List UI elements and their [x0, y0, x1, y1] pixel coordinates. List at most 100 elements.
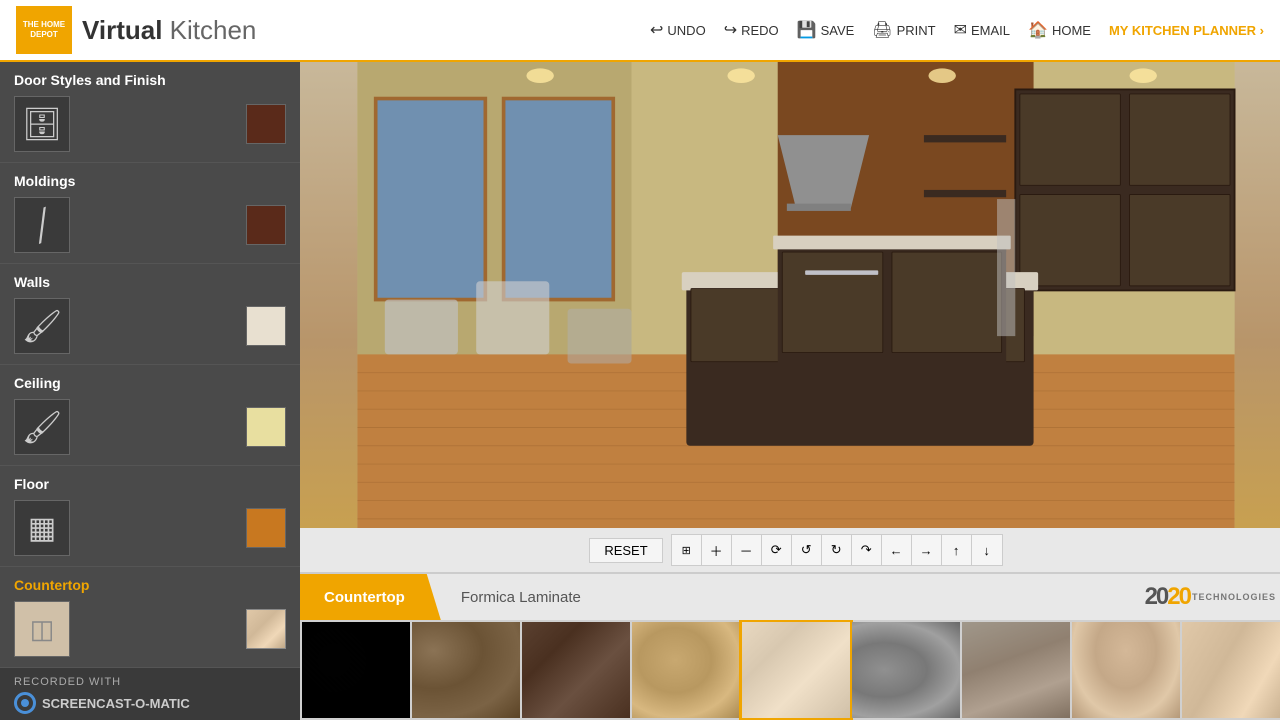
- arrow-left-icon: ←: [890, 543, 903, 558]
- home-icon: 🏠: [1028, 20, 1048, 40]
- rotate-ccw-button[interactable]: ↺: [792, 535, 822, 565]
- main-area: Door Styles and Finish 🗄 Moldings ╱ Wall…: [0, 62, 1280, 720]
- ceiling-preview[interactable]: 🖌: [14, 399, 70, 455]
- swatches-row: [300, 620, 1280, 720]
- rotate-ccw-icon: ↺: [801, 542, 812, 558]
- walls-brush-icon: 🖌: [22, 307, 63, 345]
- redo-button[interactable]: ↪REDO: [724, 20, 779, 40]
- swatch-medium-gray[interactable]: [962, 622, 1070, 718]
- material-label: Formica Laminate: [441, 589, 1145, 606]
- swatch-sandy-granite[interactable]: [632, 622, 740, 718]
- countertop-preview[interactable]: ◫: [14, 601, 70, 657]
- save-button[interactable]: 💾SAVE: [797, 20, 855, 40]
- arrow-right-icon: →: [920, 543, 933, 558]
- undo-icon: ↩: [650, 20, 663, 40]
- technologies-text: TECHNOLOGIES: [1192, 592, 1276, 602]
- arrow-up-icon: ↑: [953, 543, 960, 558]
- countertop-swatch[interactable]: [246, 609, 286, 649]
- rotate-3d-button[interactable]: ⟳: [762, 535, 792, 565]
- reset-button[interactable]: RESET: [589, 538, 662, 563]
- app-title-bold: Virtual: [82, 15, 162, 45]
- app-title: Virtual Kitchen: [82, 15, 256, 46]
- rotate-cw-icon: ↻: [831, 542, 842, 558]
- app-title-light: Kitchen: [170, 15, 257, 45]
- print-button[interactable]: 🖨PRINT: [872, 20, 935, 40]
- logo-area: THE HOME DEPOT Virtual Kitchen: [16, 6, 256, 54]
- door-styles-preview[interactable]: 🗄: [14, 96, 70, 152]
- toolbar-controls: ⊞ ＋ － ⟳ ↺ ↻ ↷: [671, 534, 1003, 566]
- logo-text: 2020: [1145, 583, 1190, 611]
- moldings-section: Moldings ╱: [0, 163, 300, 264]
- swatch-dark-brown[interactable]: [522, 622, 630, 718]
- redo-icon: ↪: [724, 20, 737, 40]
- screencast-circle-icon: [14, 692, 36, 714]
- molding-icon: ╱: [28, 207, 55, 244]
- ceiling-section: Ceiling 🖌: [0, 365, 300, 466]
- content-area: RESET ⊞ ＋ － ⟳ ↺ ↻: [300, 62, 1280, 720]
- moldings-row: ╱: [14, 197, 286, 253]
- zoom-reset-button[interactable]: ⊞: [672, 535, 702, 565]
- floor-preview[interactable]: ▦: [14, 500, 70, 556]
- countertop-title: Countertop: [14, 577, 286, 593]
- zoom-out-button[interactable]: －: [732, 535, 762, 565]
- arrow-right-button[interactable]: →: [912, 535, 942, 565]
- sidebar: Door Styles and Finish 🗄 Moldings ╱ Wall…: [0, 62, 300, 720]
- door-styles-swatch[interactable]: [246, 104, 286, 144]
- kitchen-scene-svg: [300, 62, 1280, 528]
- countertop-tab-row: Countertop Formica Laminate 2020 TECHNOL…: [300, 574, 1280, 620]
- screencast-recorded-label: RECORDED WITH: [14, 676, 286, 688]
- save-icon: 💾: [797, 20, 817, 40]
- zoom-in-icon: ＋: [710, 541, 723, 560]
- arrow-up-button[interactable]: ↑: [942, 535, 972, 565]
- moldings-swatch[interactable]: [246, 205, 286, 245]
- rotate-r-button[interactable]: ↷: [852, 535, 882, 565]
- countertop-tab[interactable]: Countertop: [300, 574, 441, 620]
- screencast-dot-icon: [21, 699, 29, 707]
- arrow-down-button[interactable]: ↓: [972, 535, 1002, 565]
- walls-title: Walls: [14, 274, 286, 290]
- kitchen-3d-view: [300, 62, 1280, 528]
- walls-section: Walls 🖌: [0, 264, 300, 365]
- countertop-row: ◫: [14, 601, 286, 657]
- countertop-icon: ◫: [30, 614, 55, 645]
- toolbar: RESET ⊞ ＋ － ⟳ ↺ ↻: [300, 528, 1280, 572]
- swatch-light-tan[interactable]: [1182, 622, 1280, 718]
- print-icon: 🖨: [872, 20, 892, 40]
- arrow-down-icon: ↓: [983, 543, 990, 558]
- walls-preview[interactable]: 🖌: [14, 298, 70, 354]
- zoom-out-icon: －: [740, 541, 753, 560]
- ceiling-row: 🖌: [14, 399, 286, 455]
- floor-icon: ▦: [28, 511, 56, 546]
- floor-swatch[interactable]: [246, 508, 286, 548]
- kitchen-planner-button[interactable]: MY KITCHEN PLANNER ›: [1109, 23, 1264, 38]
- walls-swatch[interactable]: [246, 306, 286, 346]
- arrow-left-button[interactable]: ←: [882, 535, 912, 565]
- home-button[interactable]: 🏠HOME: [1028, 20, 1091, 40]
- screencast-brand-text: SCREENCAST-O-MATIC: [42, 696, 190, 711]
- 2020-logo: 2020 TECHNOLOGIES: [1145, 583, 1276, 611]
- header: THE HOME DEPOT Virtual Kitchen ↩UNDO ↪RE…: [0, 0, 1280, 62]
- zoom-reset-icon: ⊞: [682, 544, 691, 557]
- countertop-section: Countertop ◫: [0, 567, 300, 668]
- swatch-light-beige[interactable]: [742, 622, 850, 718]
- ceiling-brush-icon: 🖌: [22, 408, 63, 446]
- moldings-title: Moldings: [14, 173, 286, 189]
- bottom-bar: Countertop Formica Laminate 2020 TECHNOL…: [300, 572, 1280, 720]
- cabinet-icon: 🗄: [22, 105, 63, 143]
- moldings-preview[interactable]: ╱: [14, 197, 70, 253]
- swatch-gray-speckle[interactable]: [852, 622, 960, 718]
- floor-section: Floor ▦: [0, 466, 300, 567]
- swatch-brown-speckle[interactable]: [412, 622, 520, 718]
- ceiling-swatch[interactable]: [246, 407, 286, 447]
- undo-button[interactable]: ↩UNDO: [650, 20, 706, 40]
- rotate-cw-button[interactable]: ↻: [822, 535, 852, 565]
- nav-actions: ↩UNDO ↪REDO 💾SAVE 🖨PRINT ✉EMAIL 🏠HOME MY…: [650, 20, 1264, 40]
- walls-row: 🖌: [14, 298, 286, 354]
- swatch-tan-speckle[interactable]: [1072, 622, 1180, 718]
- rotate-r-icon: ↷: [861, 542, 872, 558]
- email-button[interactable]: ✉EMAIL: [954, 20, 1010, 40]
- swatch-dark-granite[interactable]: [302, 622, 410, 718]
- door-styles-title: Door Styles and Finish: [14, 72, 286, 88]
- zoom-in-button[interactable]: ＋: [702, 535, 732, 565]
- rotate-3d-icon: ⟳: [771, 542, 782, 558]
